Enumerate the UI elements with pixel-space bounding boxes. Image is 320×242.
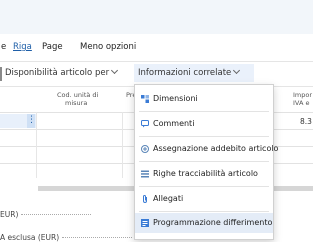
menu-item-label: Commenti <box>153 119 195 128</box>
menu-item-more-options[interactable]: Meno opzioni <box>80 42 136 52</box>
menu-separator <box>139 111 269 112</box>
chevron-down-icon <box>233 66 241 75</box>
menu-item-assegnazione-addebito[interactable]: Assegnazione addebito articolo <box>135 139 278 159</box>
dimensions-icon <box>141 95 149 103</box>
menu-separator <box>139 161 269 162</box>
chevron-down-icon <box>111 66 119 75</box>
total-label-text: EUR) <box>0 210 19 219</box>
grid-column-divider <box>122 112 123 178</box>
menu-item-label: Dimensioni <box>153 94 198 103</box>
total-excl-vat-label: A esclusa (EUR) <box>0 233 133 242</box>
item-availability-button[interactable]: Disponibilità articolo per <box>5 66 119 78</box>
menu-item-label: Righe tracciabilità articolo <box>153 169 258 178</box>
grid-column-divider <box>36 112 37 178</box>
charge-icon <box>141 145 149 153</box>
column-header-amount[interactable]: Impor IVA e <box>293 91 312 107</box>
total-excl-vat-label-text: A esclusa (EUR) <box>0 233 60 242</box>
menu-item-partial[interactable]: e <box>1 42 6 52</box>
related-info-dropdown: Dimensioni Commenti Assegnazione addebit… <box>134 84 278 240</box>
menu-item-label: Assegnazione addebito articolo <box>153 144 279 153</box>
menu-item-allegati[interactable]: Allegati <box>135 189 273 209</box>
menu-separator <box>139 136 269 137</box>
menu-item-label: Allegati <box>153 194 184 203</box>
attachment-icon <box>143 195 147 203</box>
total-label: EUR) <box>0 210 92 219</box>
dotted-leader <box>21 214 92 215</box>
menu-item-programmazione-differimento[interactable]: Programmazione differimento <box>135 213 273 233</box>
column-header-amount-line2: IVA e <box>293 99 310 107</box>
table-cell-amount[interactable]: 8.3 <box>300 117 312 126</box>
column-header-uom-line1: Cod. unità di <box>57 91 99 99</box>
menu-item-dimensioni[interactable]: Dimensioni <box>135 89 273 109</box>
menu-item-label: Programmazione differimento <box>153 218 273 227</box>
menu-item-righe-tracciabilita[interactable]: Righe tracciabilità articolo <box>135 164 273 184</box>
action-divider <box>0 67 2 81</box>
top-bar <box>0 0 313 35</box>
comment-icon <box>141 120 149 128</box>
related-info-button[interactable]: Informazioni correlate <box>134 64 254 82</box>
column-header-uom-line2: misura <box>65 99 88 107</box>
menu-separator <box>139 186 269 187</box>
menu-separator <box>139 211 269 212</box>
related-info-label: Informazioni correlate <box>138 68 232 78</box>
column-header-uom[interactable]: Cod. unità di misura <box>57 91 98 107</box>
menu-item-commenti[interactable]: Commenti <box>135 114 273 134</box>
item-availability-label: Disponibilità articolo per <box>5 68 110 78</box>
tracking-icon <box>141 170 149 178</box>
schedule-icon <box>141 219 149 227</box>
menu-item-page[interactable]: Page <box>42 42 63 52</box>
row-actions-icon[interactable]: ⋮ <box>27 114 36 128</box>
column-header-amount-line1: Impor <box>293 91 313 99</box>
menu-item-riga[interactable]: Riga <box>13 42 32 52</box>
dotted-leader <box>62 237 133 238</box>
